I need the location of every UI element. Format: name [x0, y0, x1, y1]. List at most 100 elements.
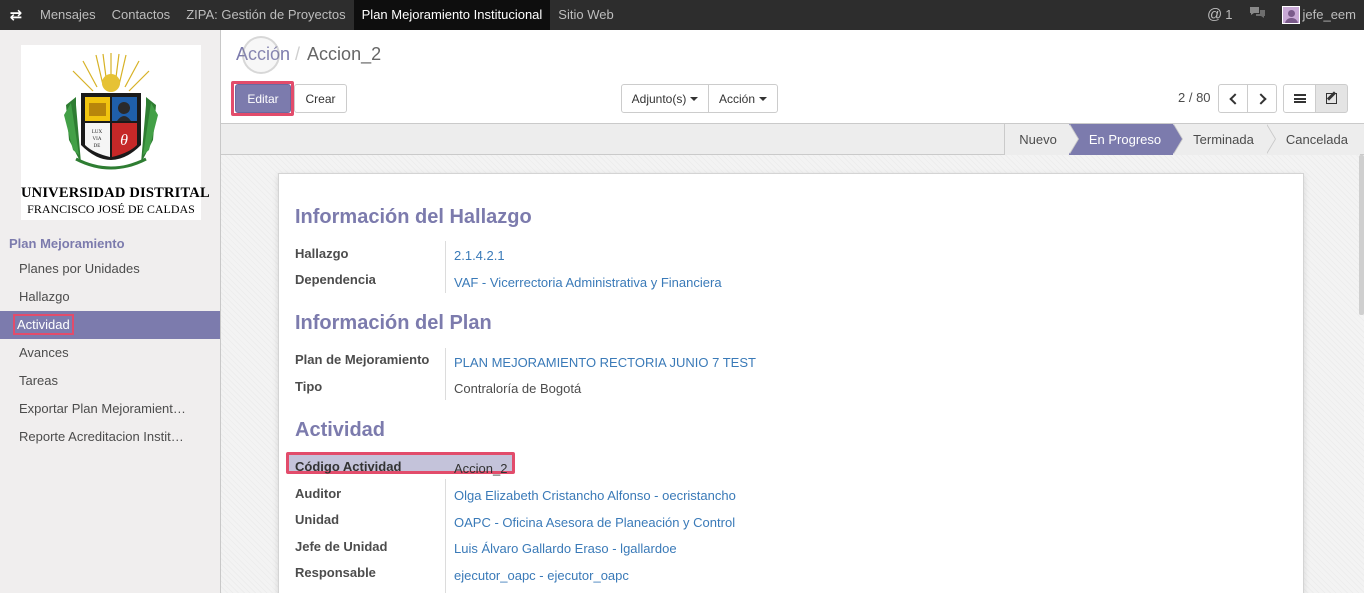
avatar: [1281, 6, 1300, 24]
topbar-right: @ 1 jefe_eem: [1199, 0, 1364, 30]
svg-text:θ: θ: [120, 132, 128, 149]
notifications-count: 1: [1225, 7, 1233, 22]
field-label-dependencia: Dependencia: [295, 272, 376, 287]
sidebar: LUX VIA DE θ UNIVERSIDAD DISTRITAL FRANC…: [0, 30, 221, 593]
university-crest-icon: LUX VIA DE θ: [64, 53, 158, 170]
sidebar-item-hallazgo[interactable]: Hallazgo: [0, 283, 220, 311]
control-panel: Acción / Accion_2 Editar Crear Adjunto(s…: [221, 30, 1364, 124]
university-logo: LUX VIA DE θ UNIVERSIDAD DISTRITAL FRANC…: [21, 45, 210, 220]
action-label: Acción: [718, 91, 756, 106]
logo-line-1: UNIVERSIDAD DISTRITAL: [21, 185, 210, 201]
statusbar: Nuevo En Progreso Terminada Cancelada: [221, 124, 1364, 155]
sidebar-section-title: Plan Mejoramiento: [9, 236, 125, 251]
logo-line-2: FRANCISCO JOSÉ DE CALDAS: [27, 202, 195, 216]
pager-next-button[interactable]: [1247, 84, 1277, 113]
edit-form-icon: [1326, 93, 1337, 104]
chat-bubbles-icon: [1249, 0, 1266, 30]
click-ripple: [242, 36, 280, 74]
user-name: jefe_eem: [1302, 7, 1356, 22]
form-view-button[interactable]: [1315, 84, 1348, 113]
sidebar-item-reporte-acreditacion[interactable]: Reporte Acreditacion Instit…: [0, 423, 220, 451]
menu-item-plan-mejoramiento[interactable]: Plan Mejoramiento Institucional: [353, 0, 551, 30]
breadcrumb-separator: /: [295, 44, 301, 64]
field-label-auditor: Auditor: [295, 486, 342, 501]
stage-en-progreso[interactable]: En Progreso: [1068, 124, 1184, 155]
field-label-jefe-de-unidad: Jefe de Unidad: [295, 539, 388, 554]
stage-nuevo[interactable]: Nuevo: [1004, 124, 1079, 155]
chevron-right-icon: [1254, 92, 1267, 105]
section-title-plan: Información del Plan: [295, 312, 492, 334]
create-button[interactable]: Crear: [294, 84, 347, 113]
list-icon: [1293, 94, 1306, 103]
sidebar-item-label: Tareas: [19, 373, 59, 388]
field-label-unidad: Unidad: [295, 512, 340, 527]
top-navbar: ⇄ Mensajes Contactos ZIPA: Gestión de Pr…: [0, 0, 1364, 30]
field-value-dependencia[interactable]: VAF - Vicerrectoria Administrativa y Fin…: [454, 275, 722, 290]
menu-item-zipa[interactable]: ZIPA: Gestión de Proyectos: [178, 0, 353, 30]
vertical-scrollbar[interactable]: [1359, 155, 1364, 315]
notifications-button[interactable]: @ 1: [1199, 0, 1240, 30]
chat-button[interactable]: [1241, 0, 1274, 30]
pager-previous-button[interactable]: [1218, 84, 1248, 113]
stage-pipeline: Nuevo En Progreso Terminada Cancelada: [1004, 124, 1360, 155]
section-title-hallazgo: Información del Hallazgo: [295, 206, 532, 228]
sidebar-menu: Planes por Unidades Hallazgo Actividad A…: [0, 255, 220, 451]
svg-text:DE: DE: [94, 144, 101, 149]
sidebar-item-label: Planes por Unidades: [19, 261, 140, 276]
field-label-codigo-actividad: Código Actividad: [295, 459, 402, 474]
section-title-actividad: Actividad: [295, 419, 386, 441]
sidebar-item-exportar-plan[interactable]: Exportar Plan Mejoramient…: [0, 395, 220, 423]
field-value-jefe-de-unidad[interactable]: Luis Álvaro Gallardo Eraso - lgallardoe: [454, 541, 677, 556]
switch-arrows-icon[interactable]: ⇄: [0, 0, 32, 30]
breadcrumb-parent-link[interactable]: Acción: [236, 36, 290, 74]
field-separator: [445, 479, 446, 593]
field-value-plan-mejoramiento[interactable]: PLAN MEJORAMIENTO RECTORIA JUNIO 7 TEST: [454, 355, 756, 370]
field-value-unidad[interactable]: OAPC - Oficina Asesora de Planeación y C…: [454, 515, 735, 530]
user-menu[interactable]: jefe_eem: [1274, 0, 1364, 30]
field-value-hallazgo[interactable]: 2.1.4.2.1: [454, 248, 505, 263]
svg-text:LUX: LUX: [92, 130, 103, 135]
menu-item-contactos[interactable]: Contactos: [104, 0, 179, 30]
caret-down-icon: [759, 96, 768, 101]
chevron-left-icon: [1228, 92, 1241, 105]
action-dropdown[interactable]: Acción: [708, 84, 778, 113]
sidebar-item-actividad[interactable]: Actividad: [0, 311, 220, 339]
sidebar-item-avances[interactable]: Avances: [0, 339, 220, 367]
form-background: Información del Hallazgo Hallazgo 2.1.4.…: [221, 155, 1364, 593]
sidebar-item-label: Actividad: [13, 314, 74, 335]
field-value-tipo: Contraloría de Bogotá: [454, 381, 582, 396]
attachments-button[interactable]: Adjunto(s): [621, 84, 709, 113]
top-menu: Mensajes Contactos ZIPA: Gestión de Proy…: [32, 0, 622, 30]
field-separator: [445, 348, 446, 400]
breadcrumb-current: Accion_2: [307, 44, 382, 64]
list-view-button[interactable]: [1283, 84, 1316, 113]
breadcrumb: Acción / Accion_2: [236, 36, 382, 74]
edit-button[interactable]: Editar: [235, 84, 291, 113]
sidebar-item-label: Avances: [19, 345, 69, 360]
field-label-plan-mejoramiento: Plan de Mejoramiento: [295, 352, 430, 367]
menu-item-sitio-web[interactable]: Sitio Web: [550, 0, 621, 30]
field-value-responsable[interactable]: ejecutor_oapc - ejecutor_oapc: [454, 568, 629, 583]
stage-cancelada[interactable]: Cancelada: [1265, 124, 1360, 155]
caret-down-icon: [690, 96, 699, 101]
sidebar-item-planes-por-unidades[interactable]: Planes por Unidades: [0, 255, 220, 283]
attachments-label: Adjunto(s): [631, 91, 687, 106]
svg-text:VIA: VIA: [93, 137, 102, 142]
main-content: Acción / Accion_2 Editar Crear Adjunto(s…: [221, 30, 1364, 593]
sidebar-item-label: Hallazgo: [19, 289, 70, 304]
field-value-auditor[interactable]: Olga Elizabeth Cristancho Alfonso - oecr…: [454, 488, 736, 503]
field-separator: [445, 241, 446, 293]
sidebar-item-tareas[interactable]: Tareas: [0, 367, 220, 395]
at-icon: @: [1207, 6, 1223, 23]
sidebar-item-label: Exportar Plan Mejoramient…: [19, 401, 186, 416]
menu-item-mensajes[interactable]: Mensajes: [32, 0, 104, 30]
field-label-responsable: Responsable: [295, 565, 376, 580]
action-button[interactable]: Acción: [708, 84, 778, 113]
pager-value[interactable]: 2 / 80: [1178, 90, 1211, 105]
form-sheet: Información del Hallazgo Hallazgo 2.1.4.…: [278, 173, 1304, 593]
stage-terminada[interactable]: Terminada: [1173, 124, 1276, 155]
field-label-tipo: Tipo: [295, 379, 323, 394]
field-value-codigo-actividad: Accion_2: [454, 461, 508, 476]
field-label-hallazgo: Hallazgo: [295, 246, 349, 261]
attachments-dropdown[interactable]: Adjunto(s): [621, 84, 709, 113]
